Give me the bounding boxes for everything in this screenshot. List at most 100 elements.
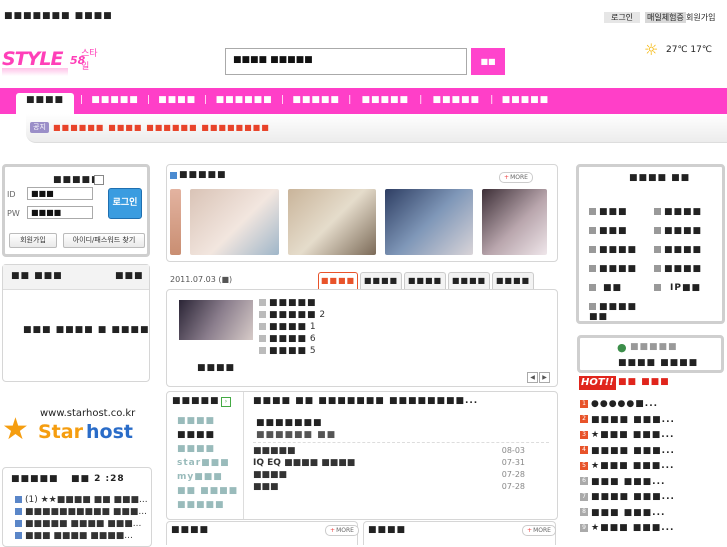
board-side-item[interactable]: ■■■■ [177,430,241,444]
nav-item-0[interactable]: ■■■■ [16,93,74,114]
hot-title: ■■ ■■■ [618,377,670,387]
list-item[interactable]: (1) ★★■■■■ ■■ ■■■... [15,495,150,507]
link-item[interactable]: IP■■ [654,283,720,302]
article-box: ■■■■■ ■■■■■ 2 ■■■■ 1 ■■■■ 6 ■■■■ 5 ■■■■ … [166,289,558,387]
link-item[interactable]: ■■■■ [654,226,720,245]
article-tab-4[interactable]: ■■■■ [492,272,534,289]
list-item[interactable]: ■■■■■■■■■■ ■■■... [15,507,150,519]
hot-item[interactable]: 7 ■■■■ ■■■... [580,492,725,508]
link-arrow-icon [654,265,661,272]
hot-item[interactable]: 3 ★■■■ ■■■... [580,430,725,446]
nav-item-4[interactable]: ■■■■■ [290,93,342,108]
login-link[interactable]: 로그인 [604,12,640,23]
link-item[interactable]: ■■■■ [589,264,655,283]
nav-item-2[interactable]: ■■■■ [156,93,198,108]
table-row[interactable]: ■■■■ 07-28 [253,470,549,482]
photo-thumb-4[interactable] [482,189,547,255]
link-item[interactable]: ■■■■ [654,264,720,283]
nav-item-3[interactable]: ■■■■■■ [213,93,275,108]
id-field[interactable]: ■■■ [27,187,93,200]
find-account-button[interactable]: 아이디/패스워드 찾기 [63,233,145,248]
notice-strip: 공지 ■■■■■■ ■■■■ ■■■■■■ ■■■■■■■■ [26,114,727,143]
photo-thumb-3[interactable] [385,189,473,255]
prev-arrow-icon[interactable]: ◀ [527,372,538,383]
search-button[interactable]: ■■ [471,48,505,75]
article-tab-2[interactable]: ■■■■ [404,272,446,289]
board-expand-icon[interactable]: › [221,397,231,407]
list-item[interactable]: ■■■■■ ■■■■ ■■■... [15,519,150,531]
article-tabs: ■■■■ ■■■■ ■■■■ ■■■■ ■■■■ [318,272,534,289]
signup-link[interactable]: 회원가입 [686,12,715,23]
gallery-more-button[interactable]: MORE [499,172,533,183]
link-item[interactable]: ■■■■ [654,245,720,264]
logo-reflection [2,68,68,76]
photo-thumb-1[interactable] [190,189,279,255]
article-image[interactable] [179,300,253,340]
hot-item[interactable]: 4 ■■■■ ■■■... [580,446,725,462]
board-side-item[interactable]: ■■ ■■■■ [177,486,241,500]
link-item[interactable]: ■■■■ [654,207,720,226]
hot-item[interactable]: 1 ●●●●●■... [580,399,725,415]
bottom-more-button[interactable]: MORE [522,525,556,536]
signup-button[interactable]: 회원가입 [9,233,57,248]
right-mid-title: ■■■■■ [630,342,678,352]
hot-item[interactable]: 8 ■■■ ■■■... [580,508,725,524]
article-tab-3[interactable]: ■■■■ [448,272,490,289]
login-button[interactable]: 로그인 [108,188,142,219]
nav-item-7[interactable]: ■■■■■ [499,93,551,108]
link-item[interactable]: ■■■ [589,207,655,226]
hot-item[interactable]: 6 ■■■ ■■■... [580,477,725,493]
hot-item[interactable]: 5 ★■■■ ■■■... [580,461,725,477]
id-value: ■■■ [31,189,54,198]
link-arrow-icon [589,284,596,291]
board-side-item[interactable]: ■■■■ [177,416,241,430]
starhost-name-a: Star [38,421,83,443]
board-summary-2: ■■■■■■ ■■ [256,430,337,440]
link-item[interactable]: ■■ [589,283,655,302]
starhost-banner[interactable]: www.starhost.co.kr ★ Star host [2,405,152,450]
save-checkbox[interactable] [94,175,104,185]
site-breadcrumb: ■■■■■■■ ■■■■ [4,11,113,21]
search-input[interactable]: ■■■■ ■■■■■ [225,48,467,75]
link-item[interactable]: ■■■■ ■■ [589,302,655,322]
notice-text[interactable]: ■■■■■■ ■■■■ ■■■■■■ ■■■■■■■■ [53,122,270,133]
site-logo[interactable]: STYLE 58 스타일 [2,46,104,76]
hot-item[interactable]: 2 ■■■■ ■■■... [580,415,725,431]
article-tab-0[interactable]: ■■■■ [318,272,358,289]
pw-field[interactable]: ■■■■ [27,206,93,219]
nav-separator: | [281,95,285,105]
checkin-link[interactable]: 매일체험증 [645,12,686,23]
board-side-item[interactable]: my■■■ [177,472,241,486]
board-headline[interactable]: ■■■■ ■■ ■■■■■■■ ■■■■■■■■... [253,396,478,406]
list-item[interactable]: ■■■ ■■■■ ■■■■... [15,531,150,543]
article-item[interactable]: ■■■■ 6 [259,334,459,346]
list-bullet-icon [15,532,22,539]
starhost-name-b: host [86,421,133,443]
next-arrow-icon[interactable]: ▶ [539,372,550,383]
link-item[interactable]: ■■■■ [589,245,655,264]
photo-thumb-0[interactable] [170,189,181,255]
article-item[interactable]: ■■■■ 1 [259,322,459,334]
board-box: ■■■■■ › ■■■■ ■■■■ ■■■■ star■■■ my■■■ ■■ … [166,391,558,520]
board-side-item[interactable]: star■■■ [177,458,241,472]
nav-item-6[interactable]: ■■■■■ [428,93,484,108]
board-side-item[interactable]: ■■■■■ [177,500,241,514]
nav-separator: | [147,95,151,105]
photo-thumb-2[interactable] [288,189,376,255]
article-item[interactable]: ■■■■■ 2 [259,310,459,322]
hot-item[interactable]: 9 ★■■■ ■■■... [580,523,725,539]
bottom-more-button[interactable]: MORE [325,525,359,536]
nav-item-1[interactable]: ■■■■■ [89,93,141,108]
table-row[interactable]: ■■■ 07-28 [253,482,549,494]
link-item[interactable]: ■■■ [589,226,655,245]
article-item[interactable]: ■■■■ 5 [259,346,459,358]
left-list-title: ■■■■■ [11,474,59,484]
table-row[interactable]: IQ EQ ■■■■ ■■■■ 07-31 [253,458,549,470]
left-panel-more[interactable]: ■■■ [115,271,144,281]
nav-item-5[interactable]: ■■■■■ [357,93,413,108]
board-side-item[interactable]: ■■■■ [177,444,241,458]
right-links-col1: ■■■ ■■■ ■■■■ ■■■■ ■■ ■■■■ ■■ [589,207,655,322]
article-tab-1[interactable]: ■■■■ [360,272,402,289]
article-item[interactable]: ■■■■■ [259,298,459,310]
table-row[interactable]: ■■■■■ 08-03 [253,446,549,458]
